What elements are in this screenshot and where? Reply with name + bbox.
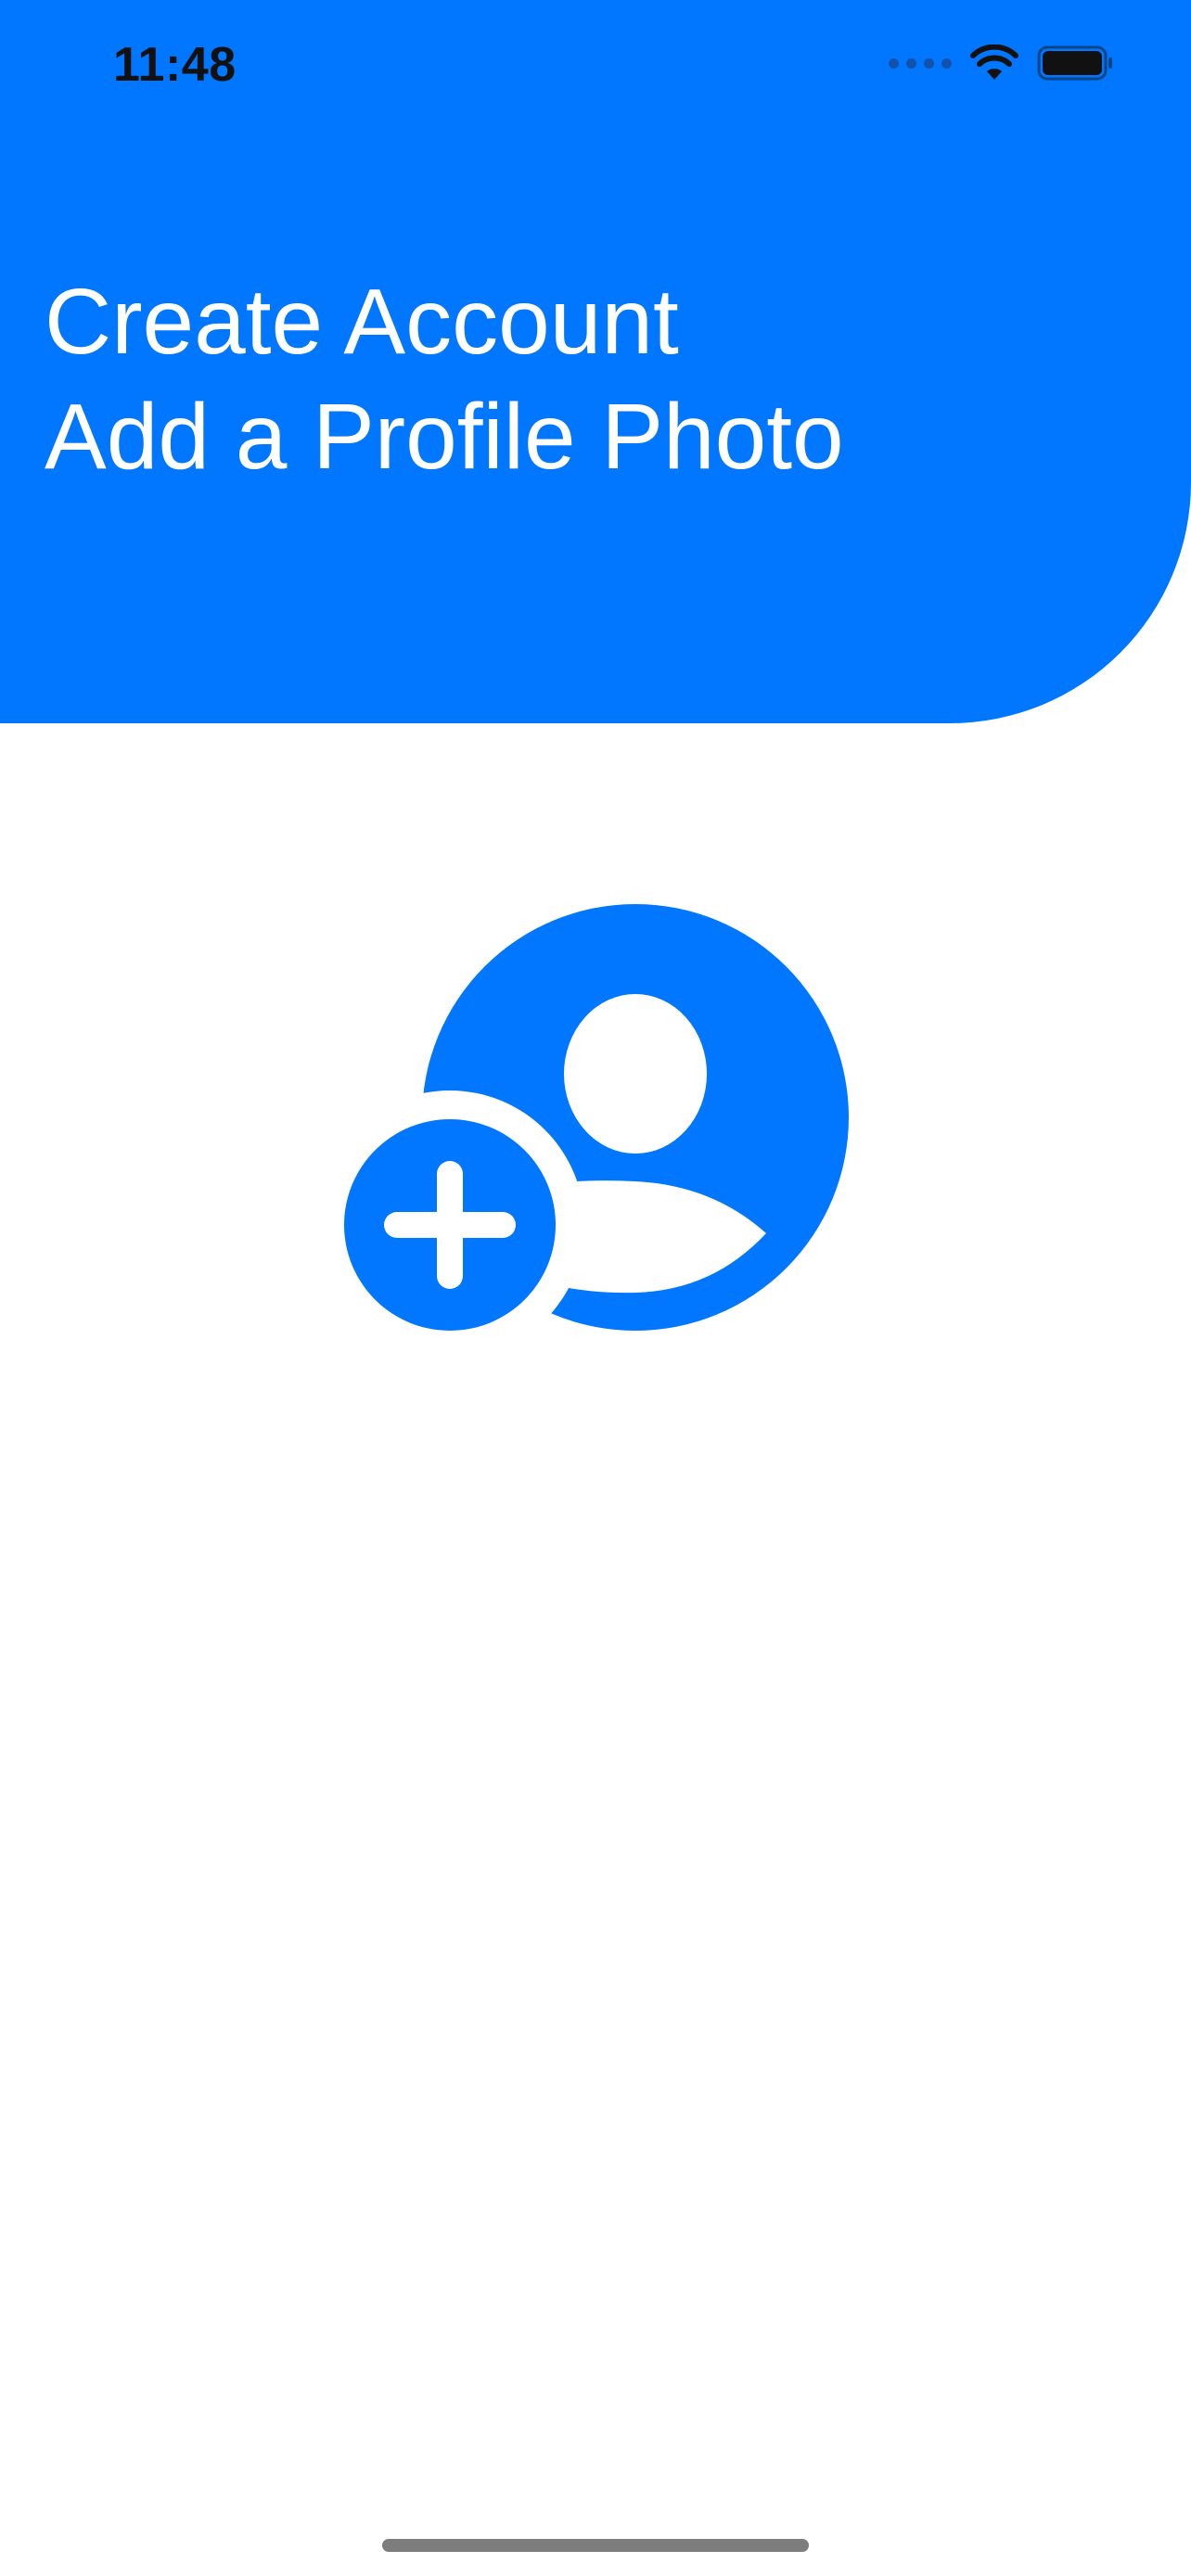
status-icons xyxy=(889,45,1115,82)
page-title: Create Account xyxy=(45,270,679,374)
person-crop-circle-badge-plus-icon xyxy=(344,904,849,1331)
header-banner: 11:48 Create Account Add a Profile Photo xyxy=(0,0,1191,723)
add-profile-photo-button[interactable] xyxy=(341,901,850,1337)
battery-icon xyxy=(1037,45,1112,81)
home-indicator[interactable] xyxy=(382,2539,809,2552)
header-title-block: Create Account Add a Profile Photo xyxy=(45,264,844,494)
signal-dots-icon xyxy=(889,57,952,69)
wifi-icon xyxy=(970,45,1018,80)
status-time: 11:48 xyxy=(113,38,237,92)
status-bar: 11:48 xyxy=(0,0,1191,130)
create-account-screen: 11:48 Create Account Add a Profile Photo xyxy=(0,0,1191,2576)
page-subtitle: Add a Profile Photo xyxy=(45,385,844,489)
